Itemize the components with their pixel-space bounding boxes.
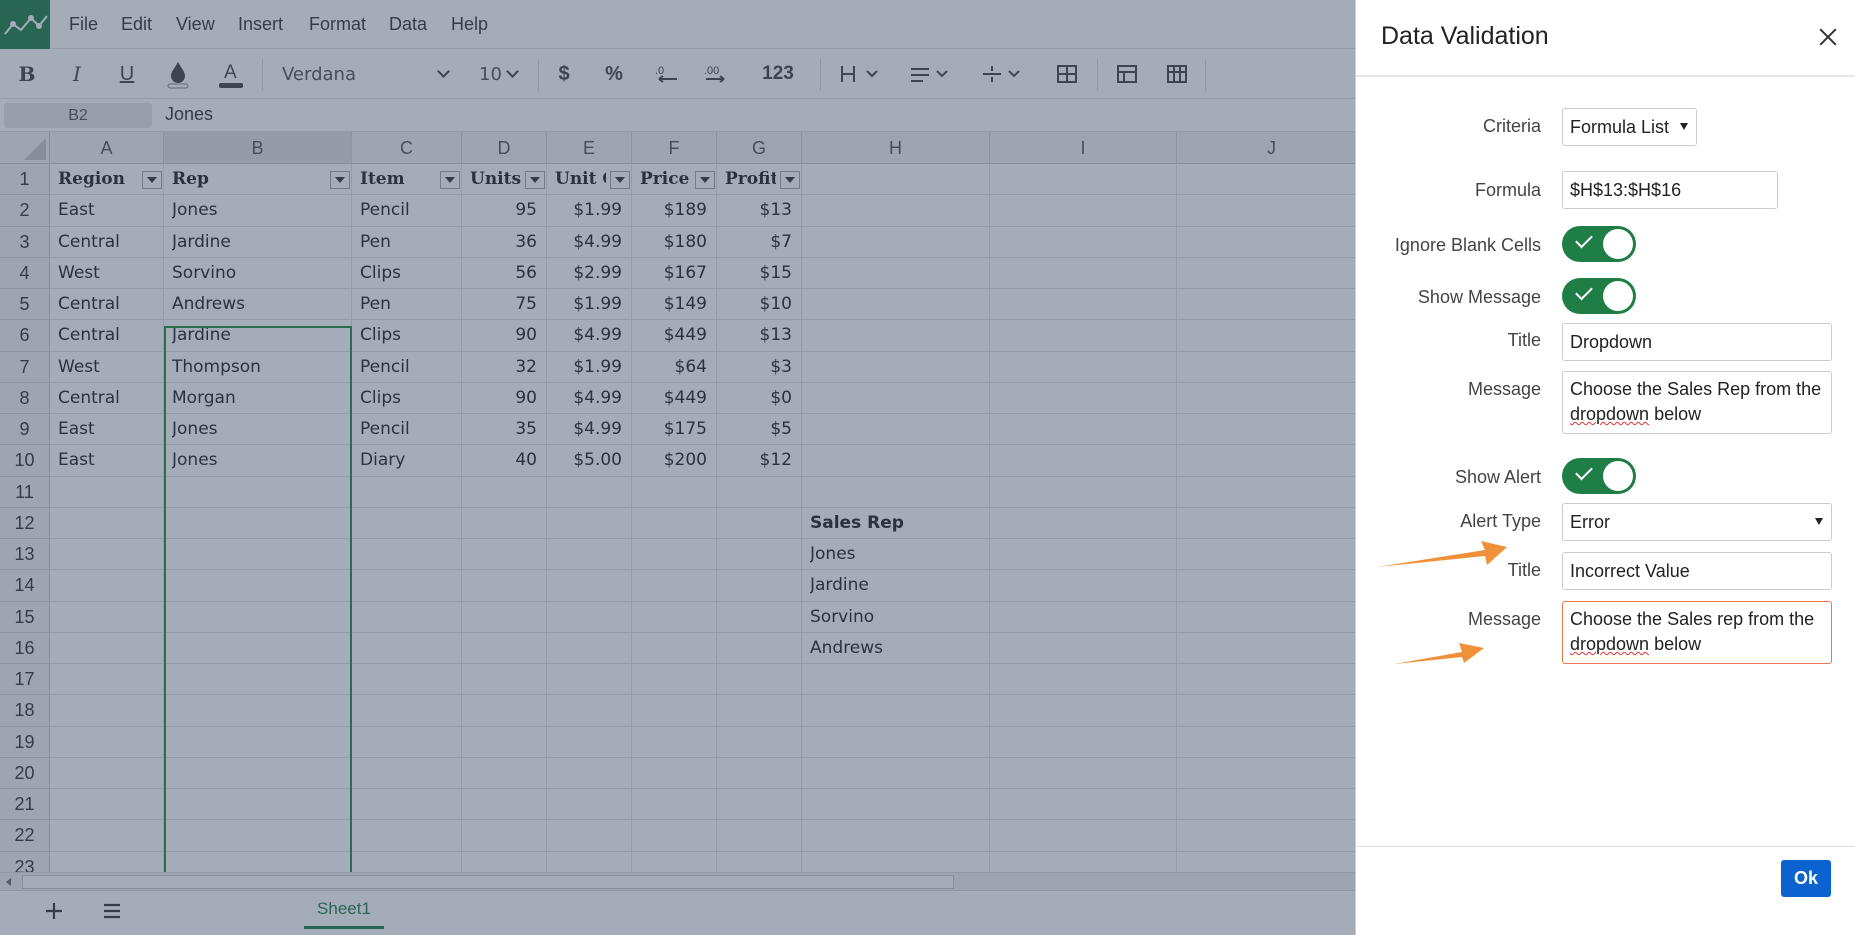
alert-message-textarea[interactable]: Choose the Sales rep from the dropdown b… xyxy=(1562,601,1832,664)
show-alert-toggle[interactable] xyxy=(1562,458,1636,494)
panel-footer-divider xyxy=(1356,846,1855,847)
ignore-blank-toggle[interactable] xyxy=(1562,226,1636,262)
check-icon xyxy=(1575,230,1593,249)
message-textarea[interactable]: Choose the Sales Rep from the dropdown b… xyxy=(1562,371,1832,434)
message-label: Message xyxy=(1467,379,1541,399)
alert-title-label: Title xyxy=(1507,560,1541,580)
formula-field[interactable]: $H$13:$H$16 xyxy=(1562,171,1778,209)
check-icon xyxy=(1575,282,1593,301)
message-line-1: Choose the Sales Rep from the xyxy=(1570,379,1822,399)
close-icon[interactable] xyxy=(1816,25,1840,49)
alert-message-label: Message xyxy=(1467,609,1541,629)
data-validation-panel: Data Validation Criteria Formula List Fo… xyxy=(1355,0,1855,935)
show-message-label: Show Message xyxy=(1417,287,1541,307)
criteria-label: Criteria xyxy=(1482,116,1541,136)
modal-overlay xyxy=(0,0,1355,935)
annotation-arrow-icon xyxy=(1394,643,1484,664)
message-title-label: Title xyxy=(1507,330,1541,350)
alert-title-field[interactable]: Incorrect Value xyxy=(1562,552,1832,590)
check-icon xyxy=(1575,462,1593,481)
alert-type-label: Alert Type xyxy=(1460,511,1541,531)
ignore-blank-label: Ignore Blank Cells xyxy=(1394,235,1541,255)
show-message-toggle[interactable] xyxy=(1562,278,1636,314)
show-alert-label: Show Alert xyxy=(1454,467,1541,487)
dropdown-arrow-icon xyxy=(1815,518,1823,525)
panel-divider xyxy=(1356,75,1855,77)
annotation-arrow-icon xyxy=(1377,541,1507,567)
criteria-value: Formula List xyxy=(1570,117,1670,137)
panel-title: Data Validation xyxy=(1381,22,1549,50)
spreadsheet-app: File Edit View Insert Format Data Help B… xyxy=(0,0,1855,935)
alert-message-word-dropdown: dropdown xyxy=(1570,634,1650,654)
criteria-select[interactable]: Formula List xyxy=(1562,108,1697,146)
alert-message-word-below: below xyxy=(1649,634,1702,654)
message-word-dropdown: dropdown xyxy=(1570,404,1650,424)
formula-label: Formula xyxy=(1474,180,1541,200)
alert-type-value: Error xyxy=(1570,512,1610,532)
alert-message-line-1: Choose the Sales rep from the xyxy=(1570,609,1815,629)
alert-type-select[interactable]: Error xyxy=(1562,503,1832,541)
message-title-field[interactable]: Dropdown xyxy=(1562,323,1832,361)
dropdown-arrow-icon xyxy=(1680,123,1688,130)
message-word-below: below xyxy=(1649,404,1702,424)
ok-button[interactable]: Ok xyxy=(1781,860,1831,897)
